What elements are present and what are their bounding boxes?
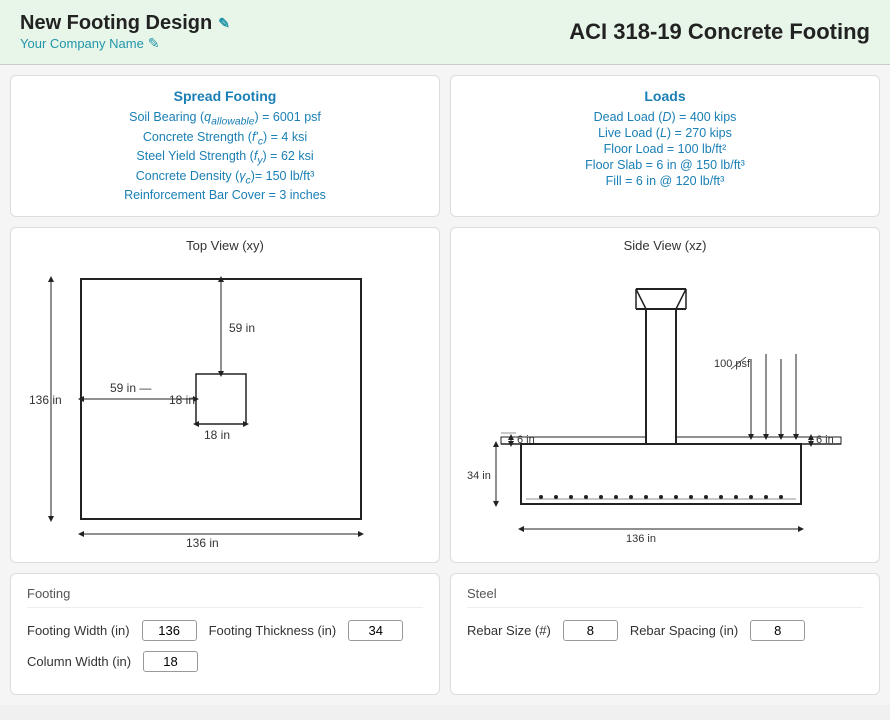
rebar-row: Rebar Size (#) Rebar Spacing (in) bbox=[467, 620, 863, 641]
top-view-card: Top View (xy) 59 in 59 in — 18 in 18 in bbox=[10, 227, 440, 563]
spread-footing-card: Spread Footing Soil Bearing (qallowable)… bbox=[10, 75, 440, 217]
load-line-4: Floor Slab = 6 in @ 150 lb/ft³ bbox=[467, 158, 863, 172]
header: New Footing Design ✎ Your Company Name ✎… bbox=[0, 0, 890, 65]
edit-title-icon[interactable]: ✎ bbox=[218, 15, 230, 32]
svg-text:136 in: 136 in bbox=[29, 393, 62, 407]
footing-width-label: Footing Width (in) bbox=[27, 623, 130, 638]
svg-text:34 in: 34 in bbox=[467, 470, 491, 482]
sf-line-4: Concrete Density (γc)= 150 lb/ft³ bbox=[27, 169, 423, 187]
svg-text:18 in: 18 in bbox=[204, 428, 230, 442]
footing-section-title: Footing bbox=[27, 586, 423, 608]
svg-text:6 in: 6 in bbox=[517, 434, 535, 446]
rebar-size-input[interactable] bbox=[563, 620, 618, 641]
load-line-3: Floor Load = 100 lb/ft² bbox=[467, 142, 863, 156]
edit-company-icon[interactable]: ✎ bbox=[148, 35, 160, 52]
rebar-size-label: Rebar Size (#) bbox=[467, 623, 551, 638]
header-left: New Footing Design ✎ Your Company Name ✎ bbox=[20, 12, 230, 52]
loads-title: Loads bbox=[467, 88, 863, 104]
svg-text:59 in: 59 in bbox=[229, 321, 255, 335]
sf-line-3: Steel Yield Strength (fy) = 62 ksi bbox=[27, 149, 423, 167]
column-width-input[interactable] bbox=[143, 651, 198, 672]
footing-thickness-label: Footing Thickness (in) bbox=[209, 623, 337, 638]
load-line-5: Fill = 6 in @ 120 lb/ft³ bbox=[467, 174, 863, 188]
footing-width-input[interactable] bbox=[142, 620, 197, 641]
main-content: Spread Footing Soil Bearing (qallowable)… bbox=[0, 65, 890, 705]
company-name: Your Company Name ✎ bbox=[20, 35, 230, 52]
inputs-row: Footing Footing Width (in) Footing Thick… bbox=[10, 573, 880, 695]
column-width-label: Column Width (in) bbox=[27, 654, 131, 669]
steel-input-card: Steel Rebar Size (#) Rebar Spacing (in) bbox=[450, 573, 880, 695]
footing-input-card: Footing Footing Width (in) Footing Thick… bbox=[10, 573, 440, 695]
svg-text:59 in —: 59 in — bbox=[110, 381, 151, 395]
column-width-row: Column Width (in) bbox=[27, 651, 423, 672]
app-title: New Footing Design ✎ bbox=[20, 12, 230, 35]
top-view-svg: 59 in 59 in — 18 in 18 in 136 in 136 in bbox=[21, 259, 421, 549]
sf-line-5: Reinforcement Bar Cover = 3 inches bbox=[27, 188, 423, 202]
load-line-2: Live Load (L) = 270 kips bbox=[467, 126, 863, 140]
spread-footing-title: Spread Footing bbox=[27, 88, 423, 104]
svg-text:100 psf: 100 psf bbox=[714, 358, 751, 370]
svg-text:6 in: 6 in bbox=[816, 434, 834, 446]
standard-label: ACI 318-19 Concrete Footing bbox=[569, 19, 870, 45]
side-view-svg: 100 psf 6 in 6 in 34 in 136 in bbox=[461, 259, 861, 549]
footing-thickness-input[interactable] bbox=[348, 620, 403, 641]
side-view-title: Side View (xz) bbox=[461, 238, 869, 253]
company-text: Your Company Name bbox=[20, 36, 144, 51]
top-view-title: Top View (xy) bbox=[21, 238, 429, 253]
title-text: New Footing Design bbox=[20, 12, 212, 35]
load-line-1: Dead Load (D) = 400 kips bbox=[467, 110, 863, 124]
rebar-spacing-input[interactable] bbox=[750, 620, 805, 641]
sf-line-1: Soil Bearing (qallowable) = 6001 psf bbox=[27, 110, 423, 128]
steel-section-title: Steel bbox=[467, 586, 863, 608]
footing-width-row: Footing Width (in) Footing Thickness (in… bbox=[27, 620, 423, 641]
rebar-spacing-label: Rebar Spacing (in) bbox=[630, 623, 738, 638]
diagrams-row: Top View (xy) 59 in 59 in — 18 in 18 in bbox=[10, 227, 880, 563]
side-view-card: Side View (xz) bbox=[450, 227, 880, 563]
svg-text:18 in: 18 in bbox=[169, 393, 195, 407]
svg-text:136 in: 136 in bbox=[186, 536, 219, 549]
loads-card: Loads Dead Load (D) = 400 kips Live Load… bbox=[450, 75, 880, 217]
svg-text:136 in: 136 in bbox=[626, 533, 656, 545]
info-row: Spread Footing Soil Bearing (qallowable)… bbox=[10, 75, 880, 217]
sf-line-2: Concrete Strength (f'c) = 4 ksi bbox=[27, 130, 423, 148]
